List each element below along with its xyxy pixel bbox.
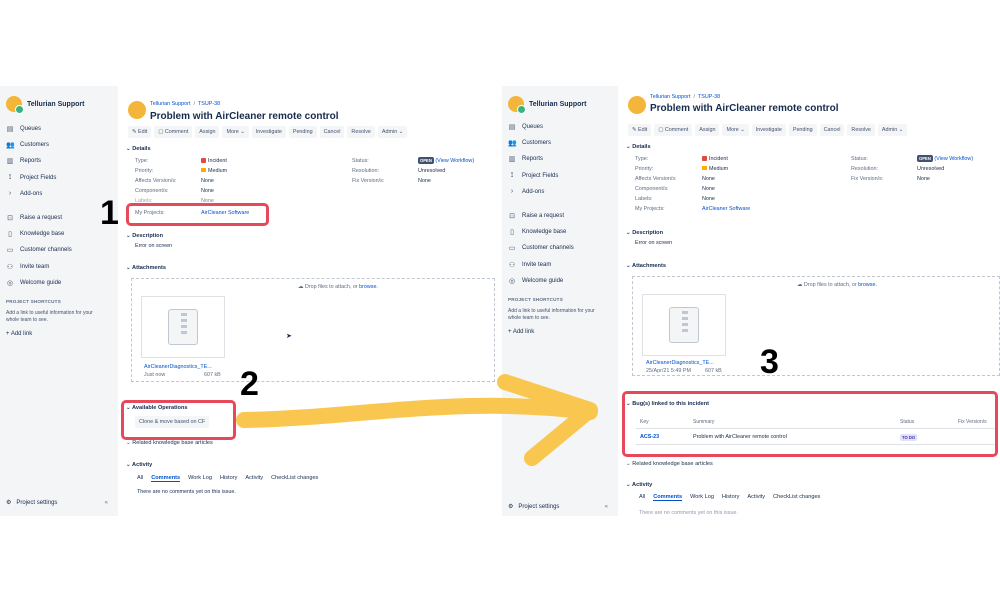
arrow-shaft (236, 397, 598, 428)
arrow-head (497, 374, 598, 466)
annotation-arrow (236, 374, 598, 466)
composite-screenshot: { "sidebar": { "brand": "Tellurian Suppo… (0, 0, 1000, 600)
